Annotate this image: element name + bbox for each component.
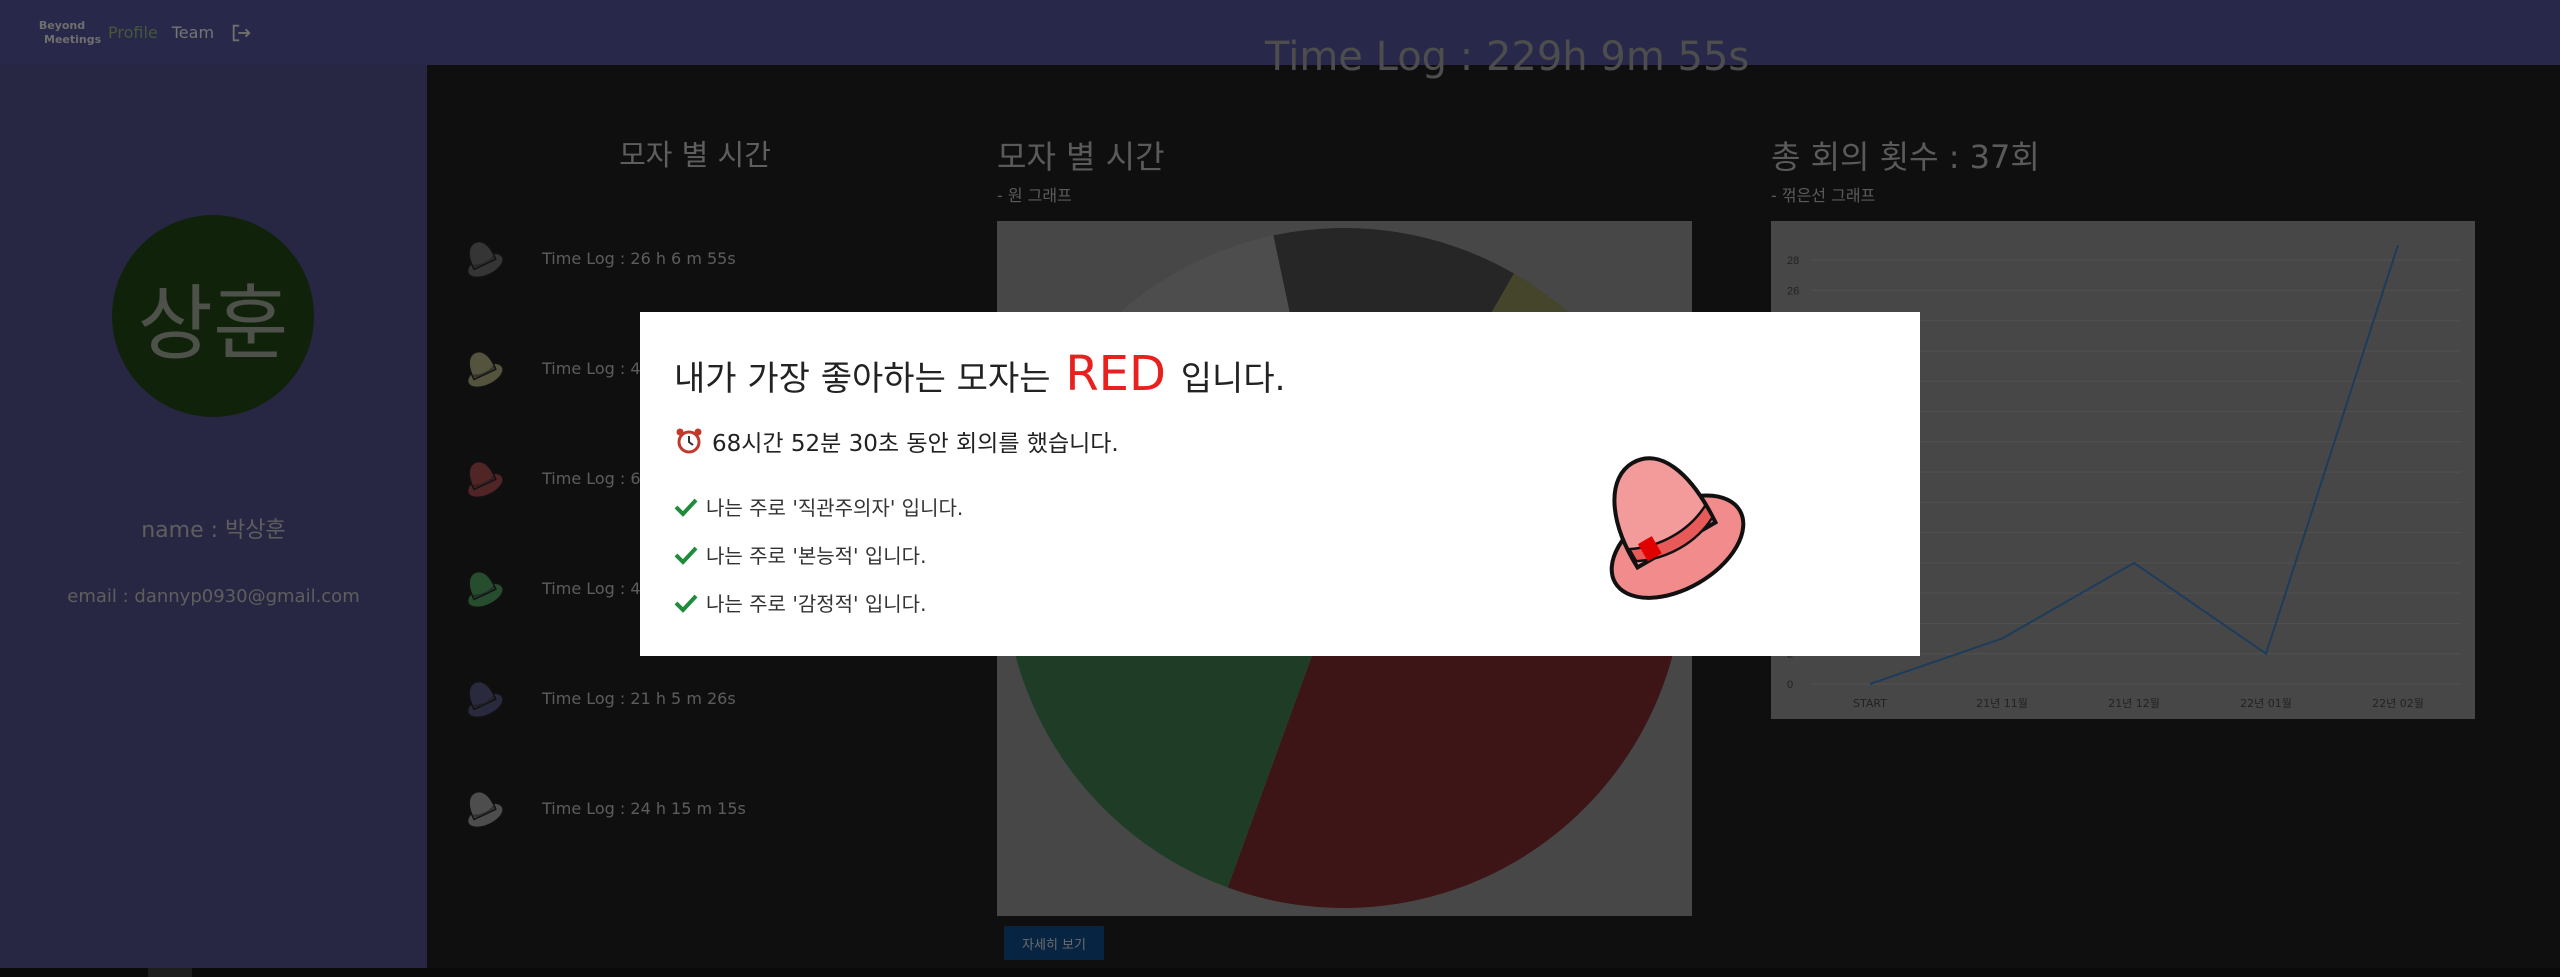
trait-item: 나는 주로 '본능적' 입니다. <box>674 540 926 569</box>
alarm-clock-icon <box>676 428 702 454</box>
modal-heading-pre: 내가 가장 좋아하는 모자는 <box>674 359 1051 399</box>
trait-text: 나는 주로 '감정적' 입니다. <box>706 592 927 616</box>
trait-text: 나는 주로 '본능적' 입니다. <box>706 544 927 568</box>
checkmark-icon <box>674 498 698 517</box>
favorite-hat-modal: 내가 가장 좋아하는 모자는 RED 입니다. 68시간 52분 30초 동안 … <box>640 312 1920 656</box>
checkmark-icon <box>674 594 698 613</box>
trait-item: 나는 주로 '직관주의자' 입니다. <box>674 492 963 521</box>
modal-heading: 내가 가장 좋아하는 모자는 RED 입니다. <box>674 346 1285 402</box>
meeting-duration-text: 68시간 52분 30초 동안 회의를 했습니다. <box>712 431 1119 457</box>
trait-text: 나는 주로 '직관주의자' 입니다. <box>706 496 964 520</box>
red-hat-icon <box>1609 456 1746 600</box>
meeting-duration: 68시간 52분 30초 동안 회의를 했습니다. <box>674 424 1119 458</box>
modal-heading-post: 입니다. <box>1180 359 1286 399</box>
favorite-hat-name: RED <box>1065 346 1166 402</box>
checkmark-icon <box>674 546 698 565</box>
trait-item: 나는 주로 '감정적' 입니다. <box>674 588 926 617</box>
